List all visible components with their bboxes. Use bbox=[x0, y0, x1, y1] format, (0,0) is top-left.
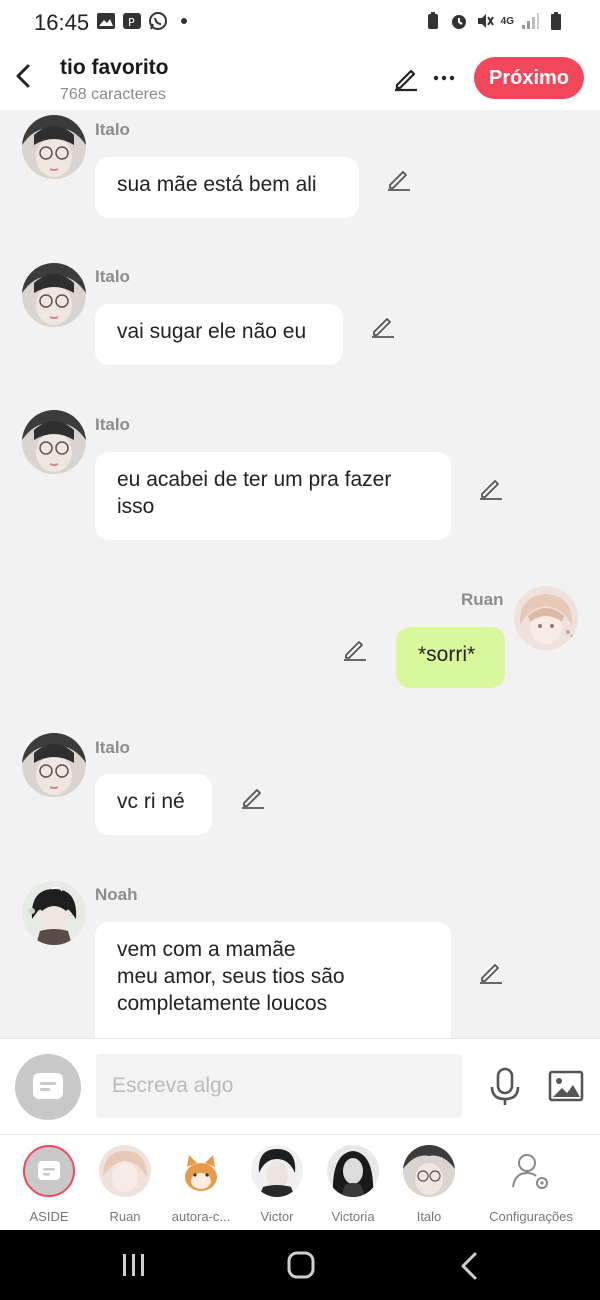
gallery-icon bbox=[97, 13, 115, 29]
image-icon[interactable] bbox=[548, 1069, 584, 1103]
character-label: Victoria bbox=[331, 1209, 375, 1224]
message-bubble[interactable]: sua mãe está bem ali bbox=[95, 157, 359, 218]
message-bubble[interactable]: vc ri né bbox=[95, 774, 212, 835]
composer: Escreva algo bbox=[0, 1038, 600, 1134]
signal-icon bbox=[522, 13, 539, 29]
character-label: ASIDE bbox=[29, 1209, 69, 1224]
message-input[interactable]: Escreva algo bbox=[96, 1054, 462, 1118]
avatar[interactable] bbox=[514, 586, 578, 650]
avatar[interactable] bbox=[22, 410, 86, 474]
character-count: 768 caracteres bbox=[60, 86, 166, 103]
home-icon[interactable] bbox=[281, 1250, 321, 1282]
back-icon[interactable] bbox=[449, 1250, 489, 1282]
recent-apps-icon[interactable] bbox=[114, 1250, 154, 1282]
avatar bbox=[175, 1145, 227, 1197]
edit-message-icon[interactable] bbox=[478, 959, 504, 985]
edit-message-icon[interactable] bbox=[386, 166, 412, 192]
character-bar: ASIDE Ruan autora-c... Victor Victoria I… bbox=[0, 1134, 600, 1230]
sender-name: Italo bbox=[95, 738, 130, 757]
message-bubble[interactable]: vai sugar ele não eu bbox=[95, 304, 343, 365]
status-system-icons: 4G bbox=[423, 11, 566, 31]
message-bubble[interactable]: *sorri* bbox=[396, 627, 505, 688]
aside-button[interactable] bbox=[15, 1054, 81, 1120]
status-notifications: P bbox=[96, 11, 194, 31]
message-bubble[interactable]: eu acabei de ter um pra fazer isso bbox=[95, 452, 451, 540]
edit-message-icon[interactable] bbox=[370, 313, 396, 339]
next-button[interactable]: Próximo bbox=[474, 57, 584, 99]
edit-message-icon[interactable] bbox=[478, 475, 504, 501]
avatar bbox=[403, 1145, 455, 1197]
status-bar: 16:45 P 4G bbox=[0, 0, 600, 46]
sender-name: Italo bbox=[95, 120, 130, 139]
aside-icon bbox=[23, 1145, 75, 1197]
sender-name: Noah bbox=[95, 885, 138, 904]
avatar[interactable] bbox=[22, 115, 86, 179]
microphone-icon[interactable] bbox=[488, 1067, 522, 1107]
edit-icon[interactable] bbox=[392, 64, 420, 92]
character-label: Ruan bbox=[109, 1209, 141, 1224]
character-aside[interactable]: ASIDE bbox=[11, 1145, 87, 1224]
status-time: 16:45 bbox=[34, 10, 90, 35]
character-label: Victor bbox=[260, 1209, 294, 1224]
avatar bbox=[327, 1145, 379, 1197]
character-label: autora-c... bbox=[171, 1209, 231, 1224]
back-arrow-icon[interactable] bbox=[10, 60, 38, 92]
character-ruan[interactable]: Ruan bbox=[87, 1145, 163, 1224]
settings-icon bbox=[505, 1145, 557, 1197]
character-victor[interactable]: Victor bbox=[239, 1145, 315, 1224]
chat-header: tio favorito 768 caracteres Próximo bbox=[0, 46, 600, 110]
settings-button[interactable]: Configurações bbox=[484, 1145, 578, 1224]
avatar[interactable] bbox=[22, 733, 86, 797]
chat-messages[interactable]: Italo sua mãe está bem ali Italo vai sug… bbox=[0, 110, 600, 1038]
aside-icon bbox=[33, 1073, 63, 1099]
battery-icon bbox=[551, 12, 561, 30]
avatar[interactable] bbox=[22, 881, 86, 945]
more-options-icon[interactable] bbox=[430, 64, 458, 92]
network-type: 4G bbox=[500, 15, 514, 27]
avatar bbox=[251, 1145, 303, 1197]
sender-name: Italo bbox=[95, 267, 130, 286]
character-victoria[interactable]: Victoria bbox=[315, 1145, 391, 1224]
svg-text:P: P bbox=[128, 16, 135, 29]
avatar[interactable] bbox=[22, 263, 86, 327]
edit-message-icon[interactable] bbox=[240, 784, 266, 810]
whatsapp-icon bbox=[149, 12, 167, 30]
character-label: Configurações bbox=[489, 1209, 573, 1224]
more-notifications-icon bbox=[181, 18, 187, 24]
character-autora[interactable]: autora-c... bbox=[163, 1145, 239, 1224]
system-navigation-bar bbox=[0, 1230, 600, 1300]
sender-name: Ruan bbox=[461, 590, 504, 609]
battery-saver-icon bbox=[427, 12, 438, 29]
sender-name: Italo bbox=[95, 415, 130, 434]
page-title: tio favorito bbox=[60, 56, 169, 79]
alarm-icon bbox=[451, 15, 466, 29]
character-label: Italo bbox=[416, 1209, 442, 1224]
mute-icon bbox=[477, 14, 494, 28]
character-italo[interactable]: Italo bbox=[391, 1145, 467, 1224]
avatar bbox=[99, 1145, 151, 1197]
edit-message-icon[interactable] bbox=[342, 636, 368, 662]
app-notification-icon: P bbox=[123, 13, 141, 29]
message-bubble[interactable]: vem com a mamãe meu amor, seus tios são … bbox=[95, 922, 451, 1038]
